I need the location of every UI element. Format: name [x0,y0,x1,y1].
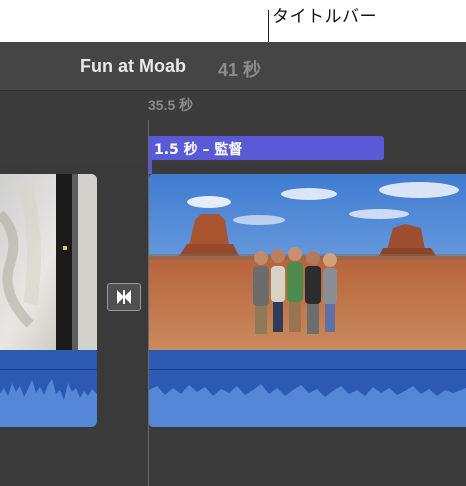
audio-waveform-current [149,350,466,427]
clip-thumbnail-previous [0,174,97,350]
video-clip-previous[interactable] [0,174,97,427]
title-bar-callout-label: タイトルバー [272,7,377,26]
playhead-line[interactable] [148,120,149,486]
project-title: Fun at Moab [80,56,186,76]
transition-button[interactable] [107,283,141,311]
title-bar[interactable]: 1.5 秒 – 監督 [148,136,384,160]
imovie-timeline: Fun at Moab 41 秒 35.5 秒 1.5 秒 – 監督 [0,42,466,486]
audio-waveform-previous [0,350,97,427]
video-clip-current[interactable] [149,174,466,427]
clip-thumbnail-monument-valley [149,174,466,350]
project-header: Fun at Moab 41 秒 [0,42,466,90]
transition-bowtie-icon [117,290,131,304]
project-duration: 41 秒 [218,60,262,80]
title-bar-label: 1.5 秒 – 監督 [154,142,243,158]
skimmer-time-readout: 35.5 秒 [148,97,194,113]
